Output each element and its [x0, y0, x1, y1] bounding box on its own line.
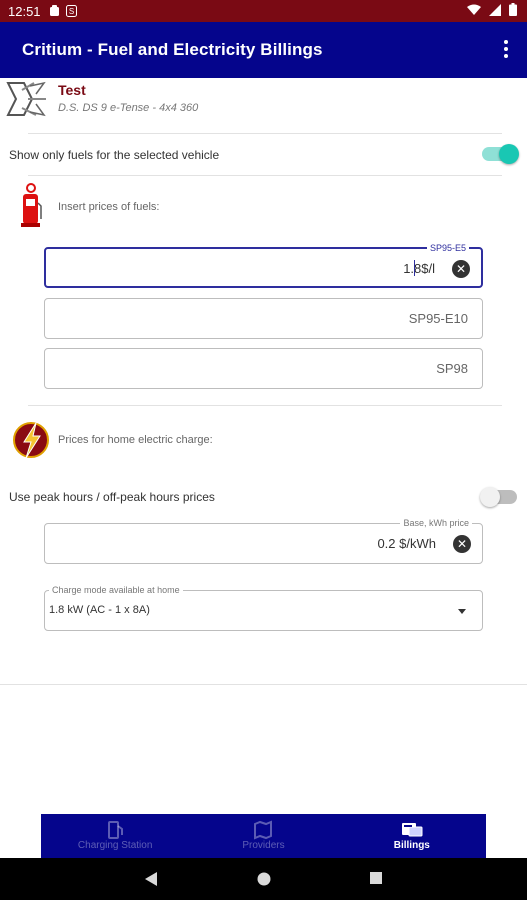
nav-item-charging-station[interactable]: Charging Station [41, 814, 189, 858]
status-time: 12:51 [8, 3, 41, 19]
clear-icon[interactable]: ✕ [452, 260, 470, 278]
status-bar: 12:51 S [0, 0, 527, 22]
field-label: Base, kWh price [400, 517, 472, 529]
price-value: 1.8 [403, 261, 422, 276]
chevron-down-icon [458, 609, 466, 614]
divider [28, 175, 502, 176]
wifi-icon [467, 4, 481, 15]
nav-label: Charging Station [77, 840, 153, 851]
divider [0, 684, 527, 685]
app-title: Critium - Fuel and Electricity Billings [22, 40, 323, 59]
field-placeholder: SP98 [436, 361, 468, 376]
charge-mode-value: 1.8 kW (AC - 1 x 8A) [49, 604, 150, 616]
nav-label: Providers [242, 840, 285, 851]
nav-item-billings[interactable]: Billings [338, 814, 486, 858]
home-icon[interactable] [256, 871, 272, 887]
fuels-section-title: Insert prices of fuels: [58, 201, 160, 213]
base-kwh-price-field[interactable]: Base, kWh price 0.2 $/kWh ✕ [44, 517, 483, 564]
field-value: 0.2 $/kWh [377, 536, 436, 551]
back-icon[interactable] [144, 871, 158, 887]
fuel-filter-label: Show only fuels for the selected vehicle [9, 148, 220, 162]
ds-brand-logo-icon [6, 81, 46, 117]
lightning-icon [13, 422, 49, 459]
price-unit: $/l [421, 261, 435, 276]
battery-icon [509, 3, 517, 16]
bottom-navigation: Charging Station Providers Billings [41, 814, 486, 858]
divider [28, 405, 502, 406]
charge-mode-select[interactable]: Charge mode available at home 1.8 kW (AC… [44, 584, 483, 631]
selected-vehicle[interactable]: Test D.S. DS 9 e-Tense - 4x4 360 [6, 80, 506, 124]
fuel-pump-icon [21, 183, 42, 227]
electric-section-title: Prices for home electric charge: [58, 434, 213, 446]
s-notification-icon: S [65, 5, 77, 17]
vehicle-name: Test [58, 82, 86, 98]
app-bar: Critium - Fuel and Electricity Billings [0, 22, 527, 78]
fuel-filter-toggle[interactable] [482, 144, 519, 164]
fuel-price-field-sp95-e5[interactable]: SP95-E5 1.8$/l ✕ [44, 242, 483, 288]
field-label: SP95-E5 [426, 242, 469, 254]
divider [28, 133, 502, 134]
field-placeholder: SP95-E10 [408, 311, 468, 326]
vehicle-model: D.S. DS 9 e-Tense - 4x4 360 [58, 102, 199, 114]
nav-label: Billings [393, 840, 430, 851]
price-value: 0.2 [377, 536, 396, 551]
text-cursor [414, 260, 415, 276]
notification-icon [49, 5, 59, 16]
system-navigation-bar [0, 858, 527, 900]
clear-icon[interactable]: ✕ [453, 535, 471, 553]
fuel-price-field-sp98[interactable]: SP98 [44, 348, 483, 389]
recents-icon[interactable] [369, 871, 383, 885]
signal-icon [489, 3, 501, 16]
billings-icon [401, 823, 423, 837]
peak-hours-toggle[interactable] [480, 487, 517, 507]
nav-item-providers[interactable]: Providers [189, 814, 337, 858]
peak-hours-label: Use peak hours / off-peak hours prices [9, 490, 215, 504]
fuel-price-field-sp95-e10[interactable]: SP95-E10 [44, 298, 483, 339]
price-unit: $/kWh [399, 536, 436, 551]
svg-text:S: S [68, 7, 73, 16]
charging-station-icon [108, 821, 124, 839]
field-value: 1.8$/l [403, 261, 435, 276]
field-label: Charge mode available at home [49, 584, 183, 596]
more-vert-icon[interactable] [503, 40, 509, 60]
map-icon [254, 820, 273, 840]
